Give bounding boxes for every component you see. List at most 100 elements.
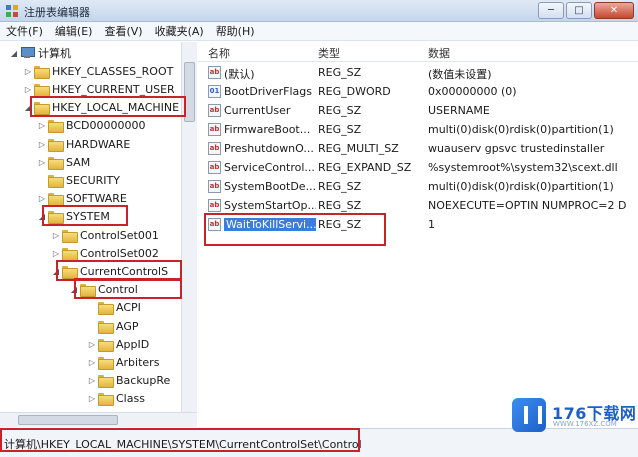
tree-node-label[interactable]: SYSTEM (66, 210, 110, 223)
tree-node-label[interactable]: AppID (116, 338, 149, 351)
expand-arrow-icon[interactable]: ▷ (36, 158, 48, 167)
tree-node[interactable]: ▷ HARDWARE (36, 135, 130, 153)
tree-node[interactable]: AGP (86, 317, 139, 335)
expand-arrow-icon[interactable]: ▷ (22, 67, 34, 76)
expand-arrow-icon[interactable]: ▷ (86, 376, 98, 385)
expand-arrow-icon[interactable]: ▷ (22, 85, 34, 94)
tree-node-label[interactable]: ControlSet001 (80, 229, 159, 242)
value-name[interactable]: BootDriverFlags (224, 85, 316, 98)
collapse-arrow-icon[interactable]: ◢ (36, 212, 48, 221)
registry-tree[interactable]: ◢ 计算机 ▷ HKEY_CLASSES_ROOT ▷ HKEY_CURRENT_USER… (0, 42, 197, 427)
registry-value-row[interactable]: ab FirmwareBoot... REG_SZ multi(0)disk(0)rd… (198, 121, 638, 139)
tree-node-label[interactable]: HKEY_CURRENT_USER (52, 83, 175, 96)
tree-node-label[interactable]: AGP (116, 320, 139, 333)
tree-node-label[interactable]: Class (116, 392, 145, 405)
folder-icon (34, 83, 50, 97)
tree-node-label[interactable]: CurrentControlS (80, 265, 168, 278)
folder-icon (48, 138, 64, 152)
value-name[interactable]: SystemStartOp... (224, 199, 316, 212)
value-name[interactable]: SystemBootDe... (224, 180, 316, 193)
tree-node-label[interactable]: 计算机 (38, 45, 71, 61)
watermark-logo (512, 398, 546, 432)
column-header-name[interactable]: 名称 (208, 45, 230, 61)
registry-value-row[interactable]: ab SystemStartOp... REG_SZ NOEXECUTE=OPTIN … (198, 197, 638, 215)
menu-help[interactable]: 帮助(H) (210, 23, 261, 39)
tree-node[interactable]: SECURITY (36, 171, 120, 189)
tree-node-label[interactable]: Control (98, 283, 138, 296)
tree-node[interactable]: ▷ ControlSet001 (50, 226, 159, 244)
tree-node[interactable]: ACPI (86, 299, 141, 317)
tree-node[interactable]: ▷ SAM (36, 153, 90, 171)
folder-icon (48, 193, 64, 207)
tree-horizontal-scrollbar[interactable] (0, 412, 197, 427)
value-name[interactable]: (默认) (224, 66, 316, 82)
tree-node-label[interactable]: HKEY_CLASSES_ROOT (52, 65, 173, 78)
tree-node-label[interactable]: ACPI (116, 301, 141, 314)
value-name[interactable]: CurrentUser (224, 104, 316, 117)
tree-node-label[interactable]: ControlSet002 (80, 247, 159, 260)
tree-node-label[interactable]: HKEY_LOCAL_MACHINE (52, 101, 179, 114)
tree-node[interactable]: ▷ HKEY_CLASSES_ROOT (22, 62, 173, 80)
tree-node[interactable]: ▷ AppID (86, 335, 149, 353)
tree-node[interactable]: ◢ 计算机 (8, 44, 71, 62)
value-name[interactable]: FirmwareBoot... (224, 123, 316, 136)
expand-arrow-icon[interactable]: ▷ (50, 249, 62, 258)
tree-node[interactable]: ▷ HKEY_CURRENT_USER (22, 80, 175, 98)
tree-node-label[interactable]: BCD00000000 (66, 119, 146, 132)
expand-arrow-icon[interactable]: ▷ (50, 231, 62, 240)
menu-file[interactable]: 文件(F) (0, 23, 49, 39)
tree-node-label[interactable]: Arbiters (116, 356, 159, 369)
tree-node[interactable]: ◢ Control (68, 281, 138, 299)
collapse-arrow-icon[interactable]: ◢ (50, 267, 62, 276)
expand-arrow-icon[interactable]: ▷ (36, 140, 48, 149)
tree-node-label[interactable]: SAM (66, 156, 90, 169)
tree-vertical-scrollbar[interactable] (181, 42, 197, 412)
tree-node-label[interactable]: HARDWARE (66, 138, 130, 151)
tree-node[interactable]: ▷ Arbiters (86, 353, 159, 371)
folder-icon (48, 211, 64, 225)
tree-node-label[interactable]: SECURITY (66, 174, 120, 187)
scrollbar-thumb[interactable] (18, 415, 118, 425)
value-name[interactable]: PreshutdownO... (224, 142, 316, 155)
tree-node-label[interactable]: BackupRe (116, 374, 170, 387)
expand-arrow-icon[interactable]: ▷ (36, 121, 48, 130)
registry-value-row[interactable]: ab (默认) REG_SZ (数值未设置) (198, 64, 638, 82)
tree-node-label[interactable]: SOFTWARE (66, 192, 127, 205)
collapse-arrow-icon[interactable]: ◢ (22, 103, 34, 112)
tree-node[interactable]: ▷ SOFTWARE (36, 190, 127, 208)
registry-value-row[interactable]: ab PreshutdownO... REG_MULTI_SZ wuauserv gp… (198, 140, 638, 158)
minimize-button[interactable]: ─ (538, 2, 564, 19)
tree-node[interactable]: ▷ Class (86, 390, 145, 408)
registry-value-row[interactable]: ab ServiceControl... REG_EXPAND_SZ %systemr… (198, 159, 638, 177)
menu-favorites[interactable]: 收藏夹(A) (149, 23, 210, 39)
value-name[interactable]: WaitToKillServi... (224, 218, 316, 231)
collapse-arrow-icon[interactable]: ◢ (68, 285, 80, 294)
column-header-type[interactable]: 类型 (318, 45, 340, 61)
string-value-icon: ab (208, 161, 221, 174)
registry-value-row[interactable]: 01 BootDriverFlags REG_DWORD 0x00000000 (0) (198, 83, 638, 101)
tree-node[interactable]: ▷ ControlSet002 (50, 244, 159, 262)
tree-node[interactable]: ▷ BCD00000000 (36, 117, 146, 135)
expand-arrow-icon[interactable]: ▷ (86, 358, 98, 367)
maximize-button[interactable]: □ (566, 2, 592, 19)
column-header-data[interactable]: 数据 (428, 45, 450, 61)
expand-arrow-icon[interactable]: ▷ (86, 340, 98, 349)
folder-icon (48, 174, 64, 188)
collapse-arrow-icon[interactable]: ◢ (8, 49, 20, 58)
registry-value-row[interactable]: ab WaitToKillServi... REG_SZ 1 (198, 216, 638, 234)
folder-icon (34, 102, 50, 116)
tree-node[interactable]: ◢ SYSTEM (36, 208, 110, 226)
expand-arrow-icon[interactable]: ▷ (36, 194, 48, 203)
value-data: (数值未设置) (428, 68, 492, 81)
tree-node[interactable]: ▷ BackupRe (86, 372, 170, 390)
scrollbar-thumb[interactable] (184, 62, 195, 122)
registry-value-row[interactable]: ab SystemBootDe... REG_SZ multi(0)disk(0)rd… (198, 178, 638, 196)
close-button[interactable]: ✕ (594, 2, 634, 19)
tree-node[interactable]: ◢ HKEY_LOCAL_MACHINE (22, 99, 179, 117)
menu-view[interactable]: 查看(V) (98, 23, 148, 39)
tree-node[interactable]: ◢ CurrentControlS (50, 262, 168, 280)
expand-arrow-icon[interactable]: ▷ (86, 394, 98, 403)
registry-value-row[interactable]: ab CurrentUser REG_SZ USERNAME (198, 102, 638, 120)
value-name[interactable]: ServiceControl... (224, 161, 316, 174)
menu-edit[interactable]: 编辑(E) (49, 23, 99, 39)
